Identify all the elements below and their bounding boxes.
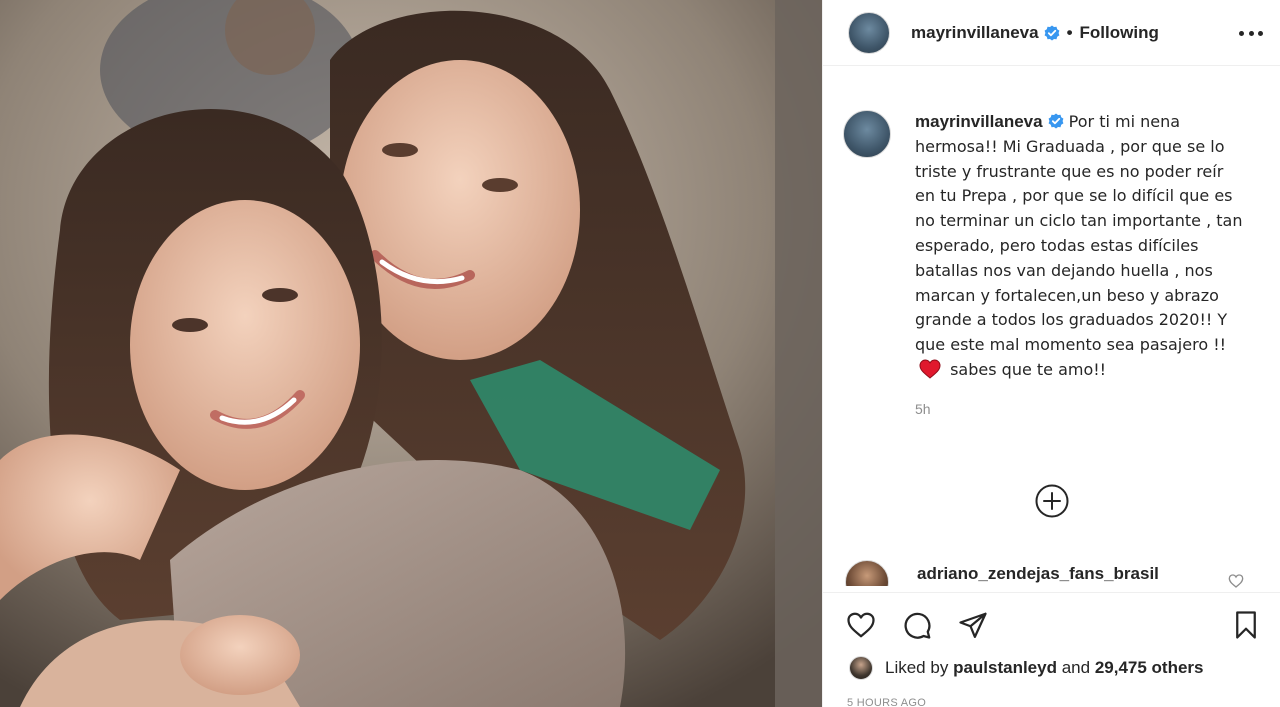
likes-middle: and: [1061, 658, 1091, 677]
commenter-avatar[interactable]: [845, 560, 889, 586]
verified-badge-icon: [1044, 25, 1060, 41]
heart-icon[interactable]: [1228, 573, 1244, 589]
likes-count[interactable]: 29,475 others: [1095, 658, 1204, 678]
author-avatar[interactable]: [848, 11, 890, 54]
likes-summary: Liked by paulstanleyd and 29,475 others: [849, 656, 1204, 680]
paper-plane-icon[interactable]: [958, 610, 988, 640]
header-separator: •: [1066, 22, 1073, 42]
caption-text-end: sabes que te amo!!: [950, 359, 1107, 379]
verified-badge-icon: [1048, 113, 1064, 129]
comment-icon[interactable]: [902, 610, 932, 640]
more-horizontal-icon[interactable]: [1239, 22, 1263, 44]
post-photo[interactable]: [0, 0, 822, 707]
post-caption: mayrinvillaneva Por ti mi nena hermosa!!…: [843, 110, 1273, 422]
red-heart-emoji: [919, 359, 941, 379]
heart-icon[interactable]: [846, 610, 876, 640]
post-side-panel: mayrinvillaneva • Following mayrinvillan…: [822, 0, 1280, 707]
caption-author-avatar[interactable]: [843, 110, 891, 158]
commenter-username[interactable]: adriano_zendejas_fans_brasil: [917, 564, 1159, 586]
liker-username[interactable]: paulstanleyd: [953, 658, 1057, 678]
liker-avatar[interactable]: [849, 656, 873, 680]
following-button[interactable]: Following: [1080, 23, 1159, 43]
caption-body: mayrinvillaneva Por ti mi nena hermosa!!…: [915, 110, 1245, 422]
post-header: mayrinvillaneva • Following: [823, 0, 1280, 66]
caption-text: Por ti mi nena hermosa!! Mi Graduada , p…: [915, 112, 1243, 355]
likes-prefix: Liked by: [885, 658, 949, 677]
action-bar: [823, 592, 1280, 652]
post-photo-illustration: [0, 0, 822, 707]
comment-row: adriano_zendejas_fans_brasil: [843, 560, 1273, 586]
plus-circle-icon[interactable]: [1034, 483, 1070, 519]
bookmark-icon[interactable]: [1231, 610, 1261, 640]
post-timestamp[interactable]: 5 HOURS AGO: [847, 697, 926, 707]
caption-timestamp[interactable]: 5h: [915, 397, 1245, 422]
author-username[interactable]: mayrinvillaneva: [911, 23, 1039, 43]
caption-username[interactable]: mayrinvillaneva: [915, 112, 1043, 131]
